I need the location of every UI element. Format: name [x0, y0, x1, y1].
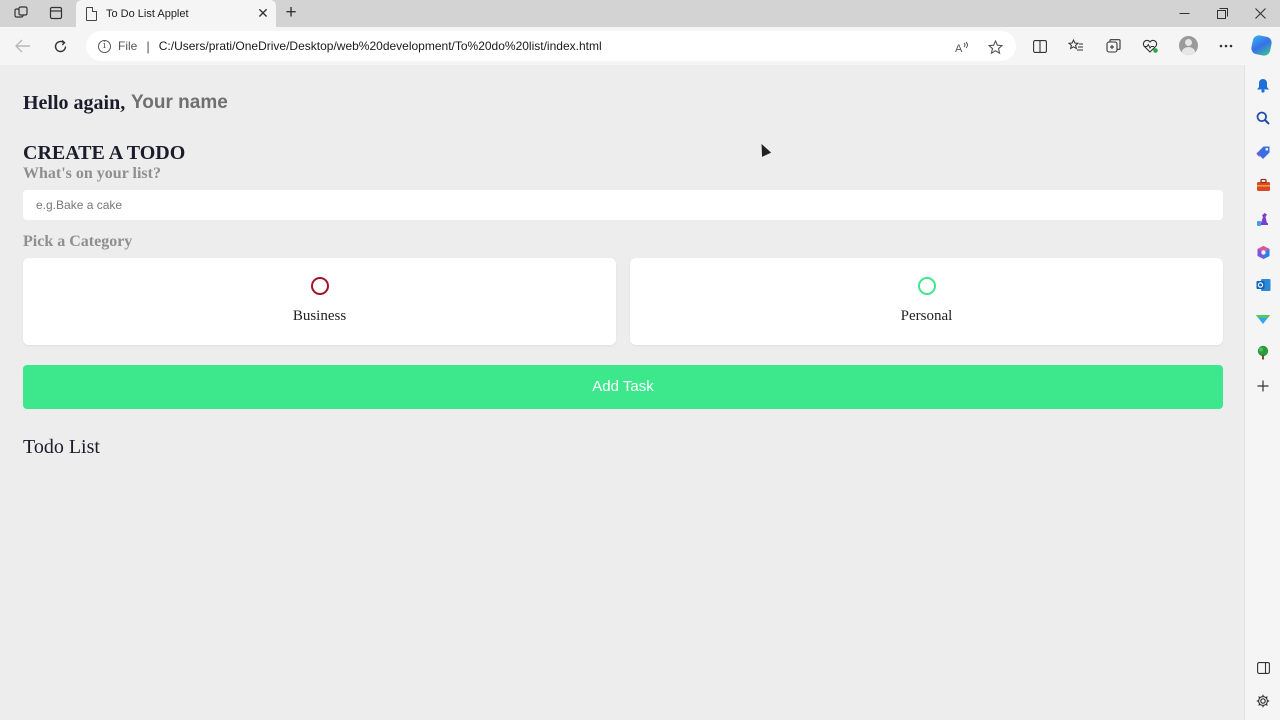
sidebar-toggle-icon[interactable] — [1254, 659, 1272, 677]
settings-icon[interactable] — [1254, 692, 1272, 710]
greeting-text: Hello again, — [23, 92, 126, 114]
url-text[interactable]: C:/Users/prati/OneDrive/Desktop/web%20de… — [159, 39, 602, 53]
scheme-label: File — [118, 39, 138, 53]
minimize-icon[interactable] — [1169, 3, 1199, 23]
office-icon[interactable] — [1254, 243, 1272, 261]
todo-question-label: What's on your list? — [23, 165, 161, 182]
more-icon[interactable] — [1216, 37, 1236, 55]
category-business-card[interactable]: Business — [23, 258, 616, 345]
create-todo-heading: CREATE A TODO — [23, 142, 186, 164]
add-task-button[interactable]: Add Task — [23, 365, 1223, 409]
workspaces-icon[interactable] — [11, 4, 31, 22]
todo-input[interactable] — [23, 190, 1223, 220]
address-bar[interactable]: i File | C:/Users/prati/OneDrive/Desktop… — [86, 31, 1016, 61]
tab-actions-icon[interactable] — [46, 4, 66, 22]
drop-icon[interactable] — [1254, 310, 1272, 328]
business-radio[interactable] — [311, 277, 329, 295]
search-icon[interactable] — [1254, 109, 1272, 127]
business-label: Business — [292, 308, 347, 324]
maximize-icon[interactable] — [1207, 3, 1237, 23]
add-icon[interactable] — [1254, 377, 1272, 395]
category-label: Pick a Category — [23, 233, 133, 250]
tab-bar: To Do List Applet ✕ + — [0, 0, 1280, 27]
toolbox-icon[interactable] — [1254, 176, 1272, 194]
bell-icon[interactable] — [1254, 76, 1272, 94]
browser-tab[interactable]: To Do List Applet ✕ — [76, 0, 276, 27]
new-tab-button[interactable]: + — [281, 3, 301, 23]
outlook-icon[interactable] — [1254, 276, 1272, 294]
tab-title: To Do List Applet — [106, 7, 189, 20]
todo-list-heading: Todo List — [23, 436, 100, 458]
read-aloud-icon[interactable]: A — [953, 38, 971, 56]
close-icon[interactable] — [1245, 3, 1275, 23]
page-content: Hello again, CREATE A TODO What's on you… — [0, 65, 1244, 720]
address-separator: | — [146, 38, 150, 54]
split-screen-icon[interactable] — [1030, 37, 1050, 55]
edge-sidebar — [1244, 65, 1280, 720]
refresh-icon[interactable] — [49, 36, 71, 56]
back-arrow-icon[interactable] — [12, 36, 34, 56]
personal-label: Personal — [900, 308, 953, 324]
category-personal-card[interactable]: Personal — [630, 258, 1223, 345]
tree-icon[interactable] — [1254, 343, 1272, 361]
star-icon[interactable] — [986, 38, 1004, 56]
heart-pulse-icon[interactable] — [1140, 37, 1160, 55]
shopping-tag-icon[interactable] — [1254, 143, 1272, 161]
collections-icon[interactable] — [1103, 37, 1123, 55]
browser-toolbar: i File | C:/Users/prati/OneDrive/Desktop… — [0, 27, 1280, 65]
chess-icon[interactable] — [1254, 210, 1272, 228]
favorites-icon[interactable] — [1066, 37, 1086, 55]
personal-radio[interactable] — [918, 277, 936, 295]
info-icon[interactable]: i — [98, 39, 111, 53]
page-icon — [86, 6, 97, 21]
close-tab-icon[interactable]: ✕ — [254, 5, 272, 23]
name-input[interactable] — [131, 92, 371, 114]
svg-text:A: A — [955, 43, 963, 54]
avatar[interactable] — [1179, 36, 1198, 55]
